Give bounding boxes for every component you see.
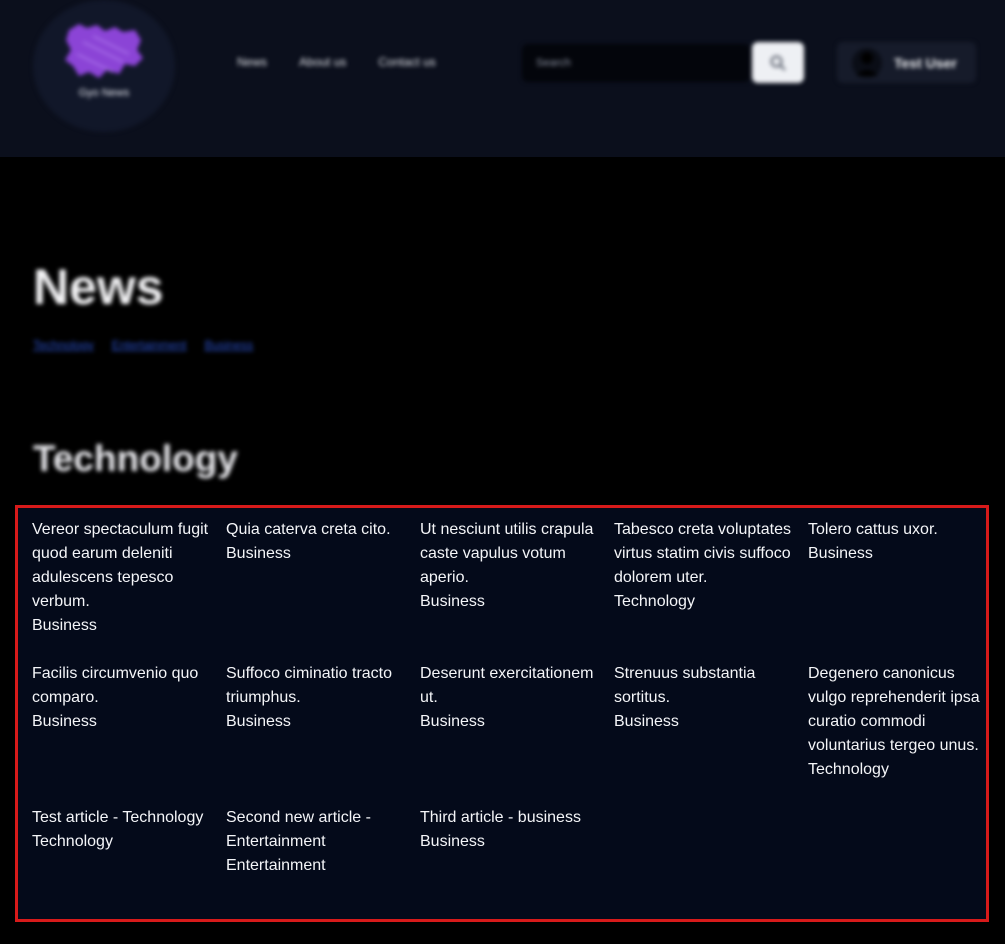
article-category: Technology (808, 761, 889, 778)
search-icon (770, 55, 786, 71)
article-card[interactable]: Strenuus substantia sortitus. Business (614, 662, 808, 782)
article-title[interactable]: Second new article - Entertainment (226, 806, 408, 854)
article-title[interactable]: Suffoco ciminatio tracto triumphus. (226, 662, 408, 710)
main-nav: News About us Contact us (237, 55, 436, 69)
category-link-entertainment[interactable]: Entertainment (112, 338, 187, 352)
article-category: Business (420, 713, 485, 730)
article-title[interactable]: Vereor spectaculum fugit quod earum dele… (32, 518, 214, 614)
search-button[interactable] (752, 42, 804, 83)
user-avatar-icon (852, 47, 882, 78)
article-title[interactable]: Quia caterva creta cito. (226, 518, 408, 542)
category-link-business[interactable]: Business (204, 338, 253, 352)
site-logo[interactable]: Gyo News (33, 0, 175, 132)
articles-grid: Vereor spectaculum fugit quod earum dele… (16, 506, 988, 921)
article-card[interactable]: Tolero cattus uxor. Business (808, 518, 1002, 638)
nav-item-news[interactable]: News (237, 55, 267, 69)
article-card[interactable]: Third article - business Business (420, 806, 614, 878)
article-category: Business (226, 713, 291, 730)
article-card[interactable]: Second new article - Entertainment Enter… (226, 806, 420, 878)
nav-item-contact-us[interactable]: Contact us (378, 55, 435, 69)
article-title[interactable]: Deserunt exercitationem ut. (420, 662, 602, 710)
logo-map-icon (65, 24, 143, 78)
article-card[interactable]: Suffoco ciminatio tracto triumphus. Busi… (226, 662, 420, 782)
user-menu-button[interactable]: Test User (837, 42, 976, 83)
article-card[interactable]: Test article - Technology Technology (32, 806, 226, 878)
article-card[interactable]: Ut nesciunt utilis crapula caste vapulus… (420, 518, 614, 638)
article-title[interactable]: Tolero cattus uxor. (808, 518, 990, 542)
site-header: Gyo News News About us Contact us Test U… (0, 0, 1005, 157)
article-card[interactable]: Tabesco creta voluptates virtus statim c… (614, 518, 808, 638)
article-title[interactable]: Degenero canonicus vulgo reprehenderit i… (808, 662, 990, 758)
article-title[interactable]: Third article - business (420, 806, 602, 830)
article-title[interactable]: Test article - Technology (32, 806, 214, 830)
article-title[interactable]: Facilis circumvenio quo comparo. (32, 662, 214, 710)
article-card[interactable]: Vereor spectaculum fugit quod earum dele… (32, 518, 226, 638)
article-category: Business (420, 833, 485, 850)
article-category: Business (420, 593, 485, 610)
section-title: Technology (33, 438, 238, 479)
article-card[interactable]: Degenero canonicus vulgo reprehenderit i… (808, 662, 1002, 782)
search-input[interactable] (522, 44, 750, 82)
page-title: News (33, 259, 164, 315)
category-link-technology[interactable]: Technology (33, 338, 94, 352)
article-card[interactable]: Deserunt exercitationem ut. Business (420, 662, 614, 782)
nav-item-about-us[interactable]: About us (299, 55, 346, 69)
article-title[interactable]: Strenuus substantia sortitus. (614, 662, 796, 710)
article-card[interactable]: Quia caterva creta cito. Business (226, 518, 420, 638)
article-category: Business (32, 617, 97, 634)
article-title[interactable]: Ut nesciunt utilis crapula caste vapulus… (420, 518, 602, 590)
article-category: Technology (614, 593, 695, 610)
article-title[interactable]: Tabesco creta voluptates virtus statim c… (614, 518, 796, 590)
article-category: Business (614, 713, 679, 730)
user-name: Test User (894, 54, 957, 71)
article-card[interactable]: Facilis circumvenio quo comparo. Busines… (32, 662, 226, 782)
article-category: Business (226, 545, 291, 562)
logo-text: Gyo News (78, 87, 130, 99)
article-category: Technology (32, 833, 113, 850)
category-tabs: Technology Entertainment Business (33, 338, 253, 352)
article-category: Business (808, 545, 873, 562)
article-category: Entertainment (226, 857, 326, 874)
article-category: Business (32, 713, 97, 730)
